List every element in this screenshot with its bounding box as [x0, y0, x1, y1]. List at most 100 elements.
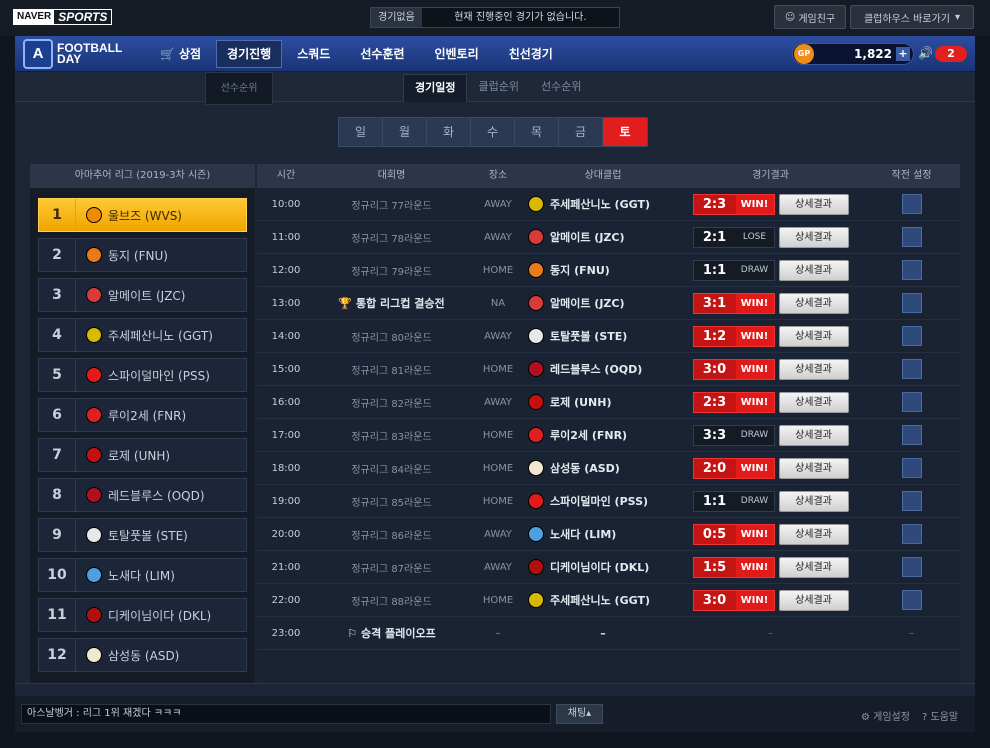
club-name: 노새다 (LIM): [108, 568, 175, 583]
rank-row[interactable]: 9 토탈풋볼 (STE): [38, 518, 247, 552]
dropdown-player-ranking[interactable]: 선수순위: [205, 72, 273, 105]
opponent-name: 스파이덜마인 (PSS): [550, 495, 649, 508]
match-tactics: –: [909, 627, 914, 639]
nav-item-inventory[interactable]: 인벤토리: [420, 36, 494, 72]
clubhouse-shortcut-button[interactable]: 클럽하우스 바로가기 ▾: [850, 5, 974, 29]
rank-row[interactable]: 4 주세페산니노 (GGT): [38, 318, 247, 352]
rank-row[interactable]: 5 스파이덜마인 (PSS): [38, 358, 247, 392]
rank-club: 알메이트 (JZC): [76, 279, 246, 311]
rank-row[interactable]: 11 디케이님이다 (DKL): [38, 598, 247, 632]
tactic-setting-button[interactable]: [901, 359, 922, 379]
day-thu[interactable]: 목: [515, 118, 559, 146]
result-tag: DRAW: [740, 429, 769, 440]
rank-number: 4: [39, 319, 76, 351]
chat-message-field[interactable]: 아스날벵거 : 리그 1위 재겠다 ㅋㅋㅋ: [21, 704, 551, 724]
tactic-setting-button[interactable]: [901, 590, 922, 610]
tactic-setting-button[interactable]: [901, 293, 922, 313]
nav-item-label: 인벤토리: [434, 47, 479, 61]
detail-result-button[interactable]: 상세결과: [778, 292, 849, 314]
opponent-name: 동지 (FNU): [550, 264, 610, 277]
naver-sports-logo[interactable]: NAVER SPORTS: [13, 9, 113, 25]
rank-row[interactable]: 10 노새다 (LIM): [38, 558, 247, 592]
help-link[interactable]: ? 도움말: [922, 708, 958, 723]
day-mon[interactable]: 월: [383, 118, 427, 146]
game-settings-link[interactable]: ⚙ 게임설정: [861, 708, 910, 723]
rank-row[interactable]: 1 울브즈 (WVS): [38, 198, 247, 232]
sound-icon[interactable]: 🔊: [918, 46, 933, 60]
football-day-logo[interactable]: A FOOTBALL DAY: [23, 39, 122, 69]
match-venue: HOME: [482, 429, 514, 441]
nav-item-squad[interactable]: 스쿼드: [282, 36, 345, 72]
tab-club-ranking[interactable]: 클럽순위: [467, 72, 529, 102]
league-standings-panel: 아마추어 리그 (2019-3차 시즌) 1 울브즈 (WVS) 2 동지 (FNU)…: [30, 164, 255, 683]
match-opponent: 레드블루스 (OQD): [528, 361, 678, 377]
match-time: 11:00: [271, 231, 301, 243]
naver-logo-text: NAVER: [14, 10, 55, 24]
tactic-setting-button[interactable]: [901, 392, 922, 412]
score-value: 2:3: [702, 394, 727, 410]
rank-row[interactable]: 2 동지 (FNU): [38, 238, 247, 272]
nav-item-shop[interactable]: 🛒 상점: [145, 36, 216, 72]
detail-result-button[interactable]: 상세결과: [778, 556, 849, 578]
tactic-setting-button[interactable]: [901, 227, 922, 247]
match-venue: NA: [490, 297, 506, 309]
match-venue: HOME: [482, 264, 514, 276]
gp-value: 1,822: [854, 47, 892, 61]
club-crest-icon: [528, 460, 544, 476]
rank-row[interactable]: 6 루이2세 (FNR): [38, 398, 247, 432]
score-box: 2:1 LOSE: [692, 226, 775, 248]
tactic-setting-button[interactable]: [901, 194, 922, 214]
detail-result-button[interactable]: 상세결과: [778, 424, 849, 446]
rank-row[interactable]: 12 삼성동 (ASD): [38, 638, 247, 672]
nav-item-match[interactable]: 경기진행: [216, 40, 283, 68]
match-time: 13:00: [271, 297, 301, 309]
chat-toggle-button[interactable]: 채팅▴: [556, 704, 603, 724]
nav-item-friendly[interactable]: 친선경기: [494, 36, 568, 72]
tactic-setting-button[interactable]: [901, 524, 922, 544]
gp-add-button[interactable]: +: [896, 47, 910, 61]
tab-player-ranking[interactable]: 선수순위: [530, 72, 592, 102]
match-result: 1:2 WIN! 상세결과: [678, 325, 863, 347]
header-opponent: 상대클럽: [584, 170, 622, 181]
rank-club: 디케이님이다 (DKL): [76, 599, 246, 631]
day-tue[interactable]: 화: [427, 118, 471, 146]
tactic-setting-button[interactable]: [901, 425, 922, 445]
detail-result-button[interactable]: 상세결과: [778, 193, 849, 215]
score-value: 3:0: [702, 592, 727, 608]
game-friend-button[interactable]: ☺ 게임친구: [774, 5, 846, 29]
detail-result-button[interactable]: 상세결과: [778, 358, 849, 380]
match-schedule-panel: 시간 대회명 장소 상대클럽 경기결과 작전 설정 10:00 정규리그 77라운…: [257, 164, 960, 683]
rank-row[interactable]: 3 알메이트 (JZC): [38, 278, 247, 312]
match-result: –: [768, 627, 773, 639]
table-row: 12:00 정규리그 79라운드 HOME 동지 (FNU) 1:1 DRAW 상세결과: [257, 254, 960, 287]
match-time: 23:00: [271, 627, 301, 639]
day-sun[interactable]: 일: [339, 118, 383, 146]
match-tactics: [863, 557, 960, 577]
rank-row[interactable]: 7 로제 (UNH): [38, 438, 247, 472]
match-venue: HOME: [482, 462, 514, 474]
day-sat[interactable]: 토: [603, 118, 647, 146]
detail-result-button[interactable]: 상세결과: [778, 325, 849, 347]
tactic-setting-button[interactable]: [901, 260, 922, 280]
notification-badge[interactable]: 2: [935, 46, 967, 62]
detail-result-button[interactable]: 상세결과: [778, 259, 849, 281]
day-fri[interactable]: 금: [559, 118, 603, 146]
detail-result-button[interactable]: 상세결과: [778, 391, 849, 413]
club-crest-icon: [528, 427, 544, 443]
detail-result-button[interactable]: 상세결과: [778, 490, 849, 512]
match-status-box: 경기없음 현재 진행중인 경기가 없습니다.: [370, 7, 620, 28]
tactic-setting-button[interactable]: [901, 458, 922, 478]
detail-result-button[interactable]: 상세결과: [778, 589, 849, 611]
main-content: 일 월 화 수 목 금 토 아마추어 리그 (2019-3차 시즌) 1 울브즈 …: [15, 102, 975, 696]
tab-match-schedule[interactable]: 경기일정: [403, 74, 468, 102]
tactic-setting-button[interactable]: [901, 326, 922, 346]
tactic-setting-button[interactable]: [901, 491, 922, 511]
day-wed[interactable]: 수: [471, 118, 515, 146]
detail-result-button[interactable]: 상세결과: [778, 457, 849, 479]
tactic-setting-button[interactable]: [901, 557, 922, 577]
rank-row[interactable]: 8 레드블루스 (OQD): [38, 478, 247, 512]
detail-result-button[interactable]: 상세결과: [778, 226, 849, 248]
header-tactics: 작전 설정: [891, 170, 932, 181]
nav-item-training[interactable]: 선수훈련: [345, 36, 419, 72]
detail-result-button[interactable]: 상세결과: [778, 523, 849, 545]
